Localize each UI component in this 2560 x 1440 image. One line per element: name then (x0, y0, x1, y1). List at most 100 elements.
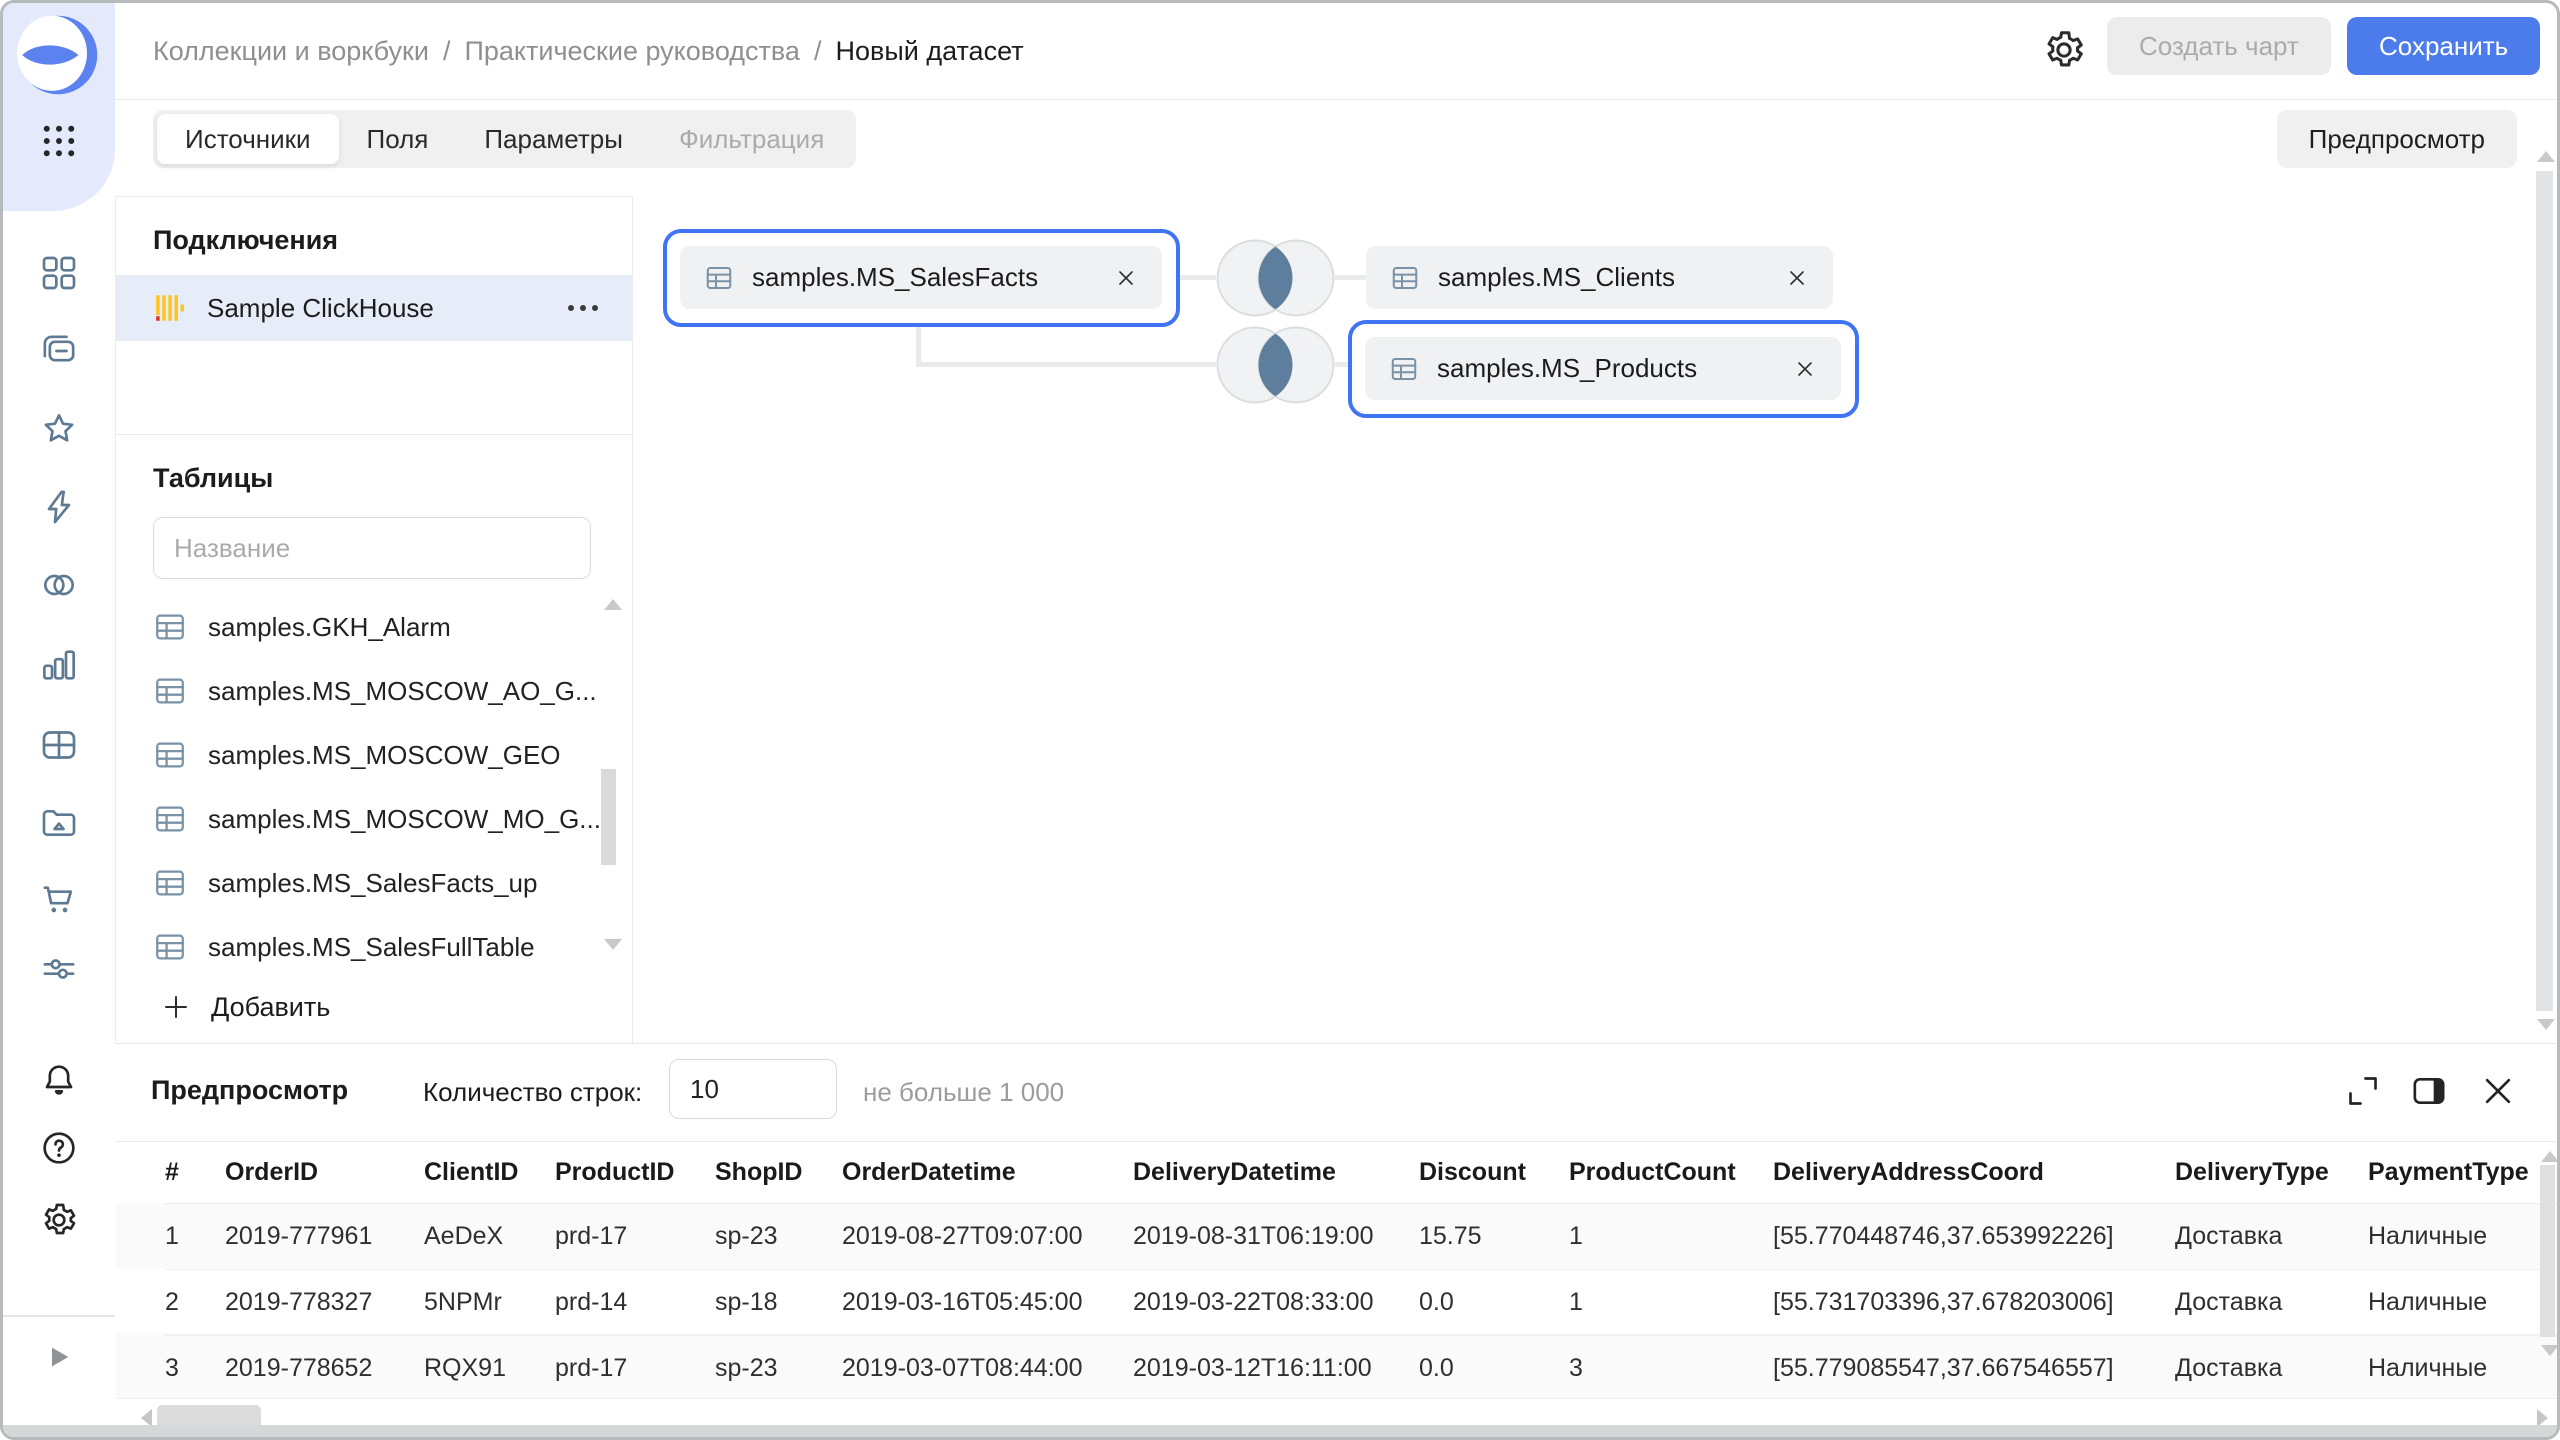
save-button[interactable]: Сохранить (2347, 17, 2540, 75)
table-cell: Наличные (2368, 1269, 2560, 1335)
tab-filtering[interactable]: Фильтрация (651, 114, 852, 164)
collections-icon[interactable] (39, 331, 79, 371)
node-label: samples.MS_Clients (1438, 262, 1675, 293)
list-item-table[interactable]: samples.MS_MOSCOW_MO_G... (116, 787, 602, 851)
table-cell: prd-17 (555, 1335, 715, 1401)
tab-fields[interactable]: Поля (339, 114, 457, 164)
preview-toggle-button[interactable]: Предпросмотр (2277, 110, 2517, 168)
tab-sources[interactable]: Источники (157, 114, 339, 164)
remove-node-icon[interactable] (1114, 266, 1138, 290)
table-cell: 2019-777961 (225, 1203, 424, 1269)
column-header: # (165, 1142, 225, 1203)
preview-table-bottom-border (116, 1398, 2560, 1399)
remove-node-icon[interactable] (1785, 266, 1809, 290)
table-cell: 3 (165, 1335, 225, 1401)
left-panel-section-divider (116, 434, 632, 435)
services-sliders-icon[interactable] (39, 949, 79, 989)
preview-expand-icon[interactable] (2343, 1071, 2383, 1111)
create-chart-button[interactable]: Создать чарт (2107, 17, 2331, 75)
table-icon (153, 866, 187, 900)
row-count-hint: не больше 1 000 (863, 1077, 1064, 1108)
left-panel-right-border (632, 196, 633, 1043)
preview-close-icon[interactable] (2478, 1071, 2518, 1111)
dashboards-icon[interactable] (39, 253, 79, 293)
table-icon (704, 263, 734, 293)
join-type-icon-inner[interactable] (1216, 236, 1335, 320)
list-scroll-up-icon[interactable] (604, 599, 622, 610)
table-name: samples.MS_MOSCOW_AO_G... (208, 676, 597, 707)
preview-scroll-down-icon[interactable] (2541, 1345, 2559, 1356)
favorites-star-icon[interactable] (39, 409, 79, 449)
preview-side-panel-icon[interactable] (2409, 1071, 2449, 1111)
list-item-table[interactable]: samples.MS_MOSCOW_GEO (116, 723, 602, 787)
tables-list: samples.GKH_Alarm samples.MS_MOSCOW_AO_G… (116, 595, 602, 979)
canvas-scroll-up-icon[interactable] (2537, 151, 2555, 162)
join-type-icon-inner[interactable] (1216, 323, 1335, 407)
column-header: DeliveryDatetime (1133, 1142, 1419, 1203)
table-cell: 0.0 (1419, 1269, 1569, 1335)
table-name: samples.MS_MOSCOW_GEO (208, 740, 561, 771)
node-label: samples.MS_Products (1437, 353, 1697, 384)
apps-grid-icon[interactable] (38, 119, 80, 163)
canvas-scroll-down-icon[interactable] (2537, 1019, 2555, 1030)
join-connector-line (916, 327, 921, 367)
charts-icon[interactable] (39, 645, 79, 685)
table-cell: 1 (1569, 1203, 1773, 1269)
list-item-table[interactable]: samples.GKH_Alarm (116, 595, 602, 659)
marketplace-cart-icon[interactable] (39, 879, 79, 919)
column-header: ClientID (424, 1142, 555, 1203)
topbar-divider (115, 99, 2560, 100)
source-node-clients[interactable]: samples.MS_Clients (1366, 246, 1833, 309)
connection-more-icon[interactable] (568, 305, 598, 311)
connection-item-sample-clickhouse[interactable]: Sample ClickHouse (116, 275, 632, 341)
source-node-salesfacts[interactable]: samples.MS_SalesFacts (680, 246, 1162, 309)
list-item-table[interactable]: samples.MS_SalesFacts_up (116, 851, 602, 915)
settings-gear-icon[interactable] (39, 1200, 79, 1240)
tab-parameters[interactable]: Параметры (456, 114, 651, 164)
list-item-table[interactable]: samples.MS_SalesFullTable (116, 915, 602, 979)
node-selection-outline: samples.MS_SalesFacts (663, 229, 1180, 327)
gallery-folder-icon[interactable] (39, 803, 79, 843)
help-icon[interactable] (39, 1128, 79, 1168)
list-item-table[interactable]: samples.MS_MOSCOW_AO_G... (116, 659, 602, 723)
table-cell: Доставка (2175, 1203, 2368, 1269)
table-cell: 2019-08-27T09:07:00 (842, 1203, 1133, 1269)
canvas-scrollbar-thumb[interactable] (2536, 171, 2553, 1011)
breadcrumb-collections[interactable]: Коллекции и воркбуки (153, 36, 429, 67)
datalens-logo[interactable] (17, 14, 99, 96)
table-icon (1389, 354, 1419, 384)
tables-grid-icon[interactable] (39, 725, 79, 765)
remove-node-icon[interactable] (1793, 357, 1817, 381)
table-cell: RQX91 (424, 1335, 555, 1401)
notifications-bell-icon[interactable] (39, 1060, 79, 1100)
datasets-venn-icon[interactable] (39, 565, 79, 605)
table-cell: 1 (1569, 1269, 1773, 1335)
row-count-input[interactable] (669, 1059, 837, 1119)
table-cell: [55.770448746,37.653992226] (1773, 1203, 2175, 1269)
list-scroll-down-icon[interactable] (604, 939, 622, 950)
table-cell: 2019-778327 (225, 1269, 424, 1335)
source-node-products[interactable]: samples.MS_Products (1365, 337, 1841, 400)
expand-play-icon[interactable] (45, 1343, 73, 1371)
join-connector-line (1335, 275, 1366, 280)
table-search-input[interactable] (153, 517, 591, 579)
table-name: samples.MS_MOSCOW_MO_G... (208, 804, 601, 835)
connection-name: Sample ClickHouse (207, 293, 434, 324)
breadcrumb-guides[interactable]: Практические руководства (464, 36, 799, 67)
left-panel-top-border (115, 196, 633, 197)
table-name: samples.GKH_Alarm (208, 612, 451, 643)
list-scrollbar-thumb[interactable] (601, 769, 616, 865)
sidebar (3, 3, 115, 1437)
join-connector-line (916, 362, 1216, 367)
preview-scroll-up-icon[interactable] (2541, 1151, 2559, 1162)
preview-scrollbar-thumb[interactable] (2540, 1165, 2555, 1337)
table-icon (1390, 263, 1420, 293)
join-connector-line (1180, 275, 1216, 280)
add-table-button[interactable]: Добавить (161, 985, 330, 1029)
table-cell: sp-23 (715, 1335, 842, 1401)
connections-lightning-icon[interactable] (39, 487, 79, 527)
table-cell: prd-14 (555, 1269, 715, 1335)
dataset-settings-gear-icon[interactable] (2041, 27, 2087, 73)
table-name: samples.MS_SalesFacts_up (208, 868, 537, 899)
table-icon (153, 738, 187, 772)
